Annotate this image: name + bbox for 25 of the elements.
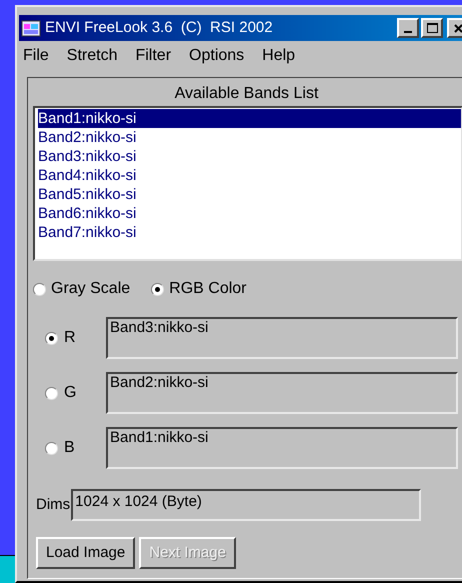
menu-item[interactable]: Help: [262, 44, 296, 68]
radio-label: RGB Color: [169, 279, 246, 299]
dims-field[interactable]: 1024 x 1024 (Byte): [71, 489, 422, 521]
menu-item[interactable]: Stretch: [66, 44, 118, 68]
list-item[interactable]: Band3:nikko-si: [38, 147, 461, 166]
list-item[interactable]: Band7:nikko-si: [38, 223, 461, 242]
list-item[interactable]: Band1:nikko-si: [38, 109, 461, 128]
channel-label: G: [64, 383, 78, 403]
dims-label: Dims: [36, 494, 70, 515]
band-field[interactable]: Band3:nikko-si: [106, 317, 458, 359]
list-item[interactable]: Band6:nikko-si: [38, 204, 461, 223]
channel-label: R: [64, 328, 77, 348]
band-field[interactable]: Band2:nikko-si: [106, 372, 458, 414]
channel-label: B: [64, 438, 76, 458]
radio-label: Gray Scale: [51, 279, 130, 299]
list-item[interactable]: Band5:nikko-si: [38, 185, 461, 204]
band-field[interactable]: Band1:nikko-si: [106, 427, 458, 469]
menu-item[interactable]: File: [23, 44, 49, 68]
list-item[interactable]: Band2:nikko-si: [38, 128, 461, 147]
list-item[interactable]: Band4:nikko-si: [38, 166, 461, 185]
window-title: ENVI FreeLook 3.6 (C) RSI 2002: [45, 18, 273, 38]
menu-item[interactable]: Options: [189, 44, 244, 68]
menu-item[interactable]: Filter: [135, 44, 172, 68]
list-title: Available Bands List: [174, 84, 320, 104]
action-button[interactable]: Load Image: [36, 537, 136, 569]
